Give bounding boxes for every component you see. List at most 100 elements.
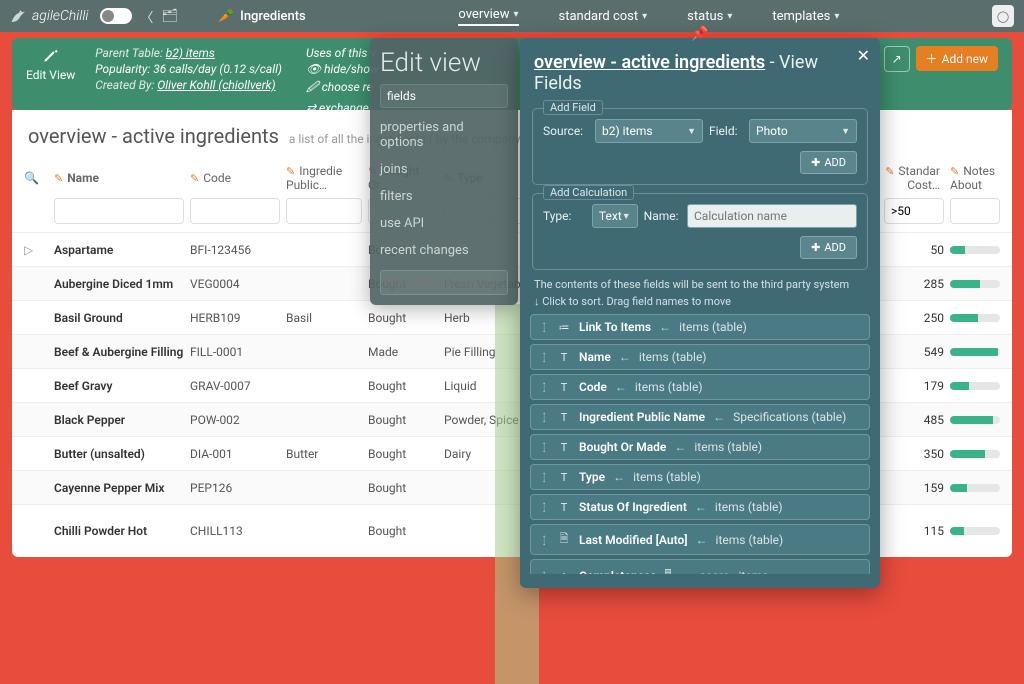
add-calculation-badge: Add Calculation xyxy=(543,185,634,200)
brand-logo[interactable]: agileChilli xyxy=(10,7,88,25)
created-by-link[interactable]: Oliver Kohll (chiollverk) xyxy=(157,78,275,92)
arrow-left-icon: ← xyxy=(659,320,671,334)
field-list-item[interactable]: ↑↓≔Link To Items←items (table) xyxy=(530,314,870,340)
filter-std-cost[interactable] xyxy=(884,198,944,224)
nav-standard-cost[interactable]: standard cost▾ xyxy=(559,7,648,26)
edit-view-tag-input[interactable] xyxy=(380,270,508,295)
arrow-left-icon: ← xyxy=(619,350,631,364)
field-name: Completeness xyxy=(579,569,656,575)
field-type-icon: T xyxy=(557,501,571,514)
sort-handle-icon[interactable]: ↑↓ xyxy=(539,322,549,332)
field-list-item[interactable]: ↑↓TName←items (table) xyxy=(530,344,870,370)
edit-view-search[interactable] xyxy=(380,84,508,108)
field-type-icon: 🗎 xyxy=(557,530,571,549)
module-ingredients[interactable]: 🥕 Ingredients xyxy=(218,9,306,24)
sort-handle-icon[interactable]: ↑↓ xyxy=(539,352,549,362)
brand-text: agileChilli xyxy=(32,8,88,24)
cell-progress xyxy=(950,280,1000,288)
cell-bom: Bought xyxy=(368,413,438,427)
panel-hint-1: The contents of these fields will be sen… xyxy=(534,278,866,291)
sort-handle-icon[interactable]: ↑↓ xyxy=(539,472,549,482)
expand-icon[interactable]: ▷ xyxy=(24,243,48,257)
field-source: items (table) xyxy=(633,470,701,484)
field-name: Bought Or Made xyxy=(579,440,666,454)
view-fields-panel: 📌 ✕ overview - active ingredients - View… xyxy=(520,38,880,588)
edit-view-opt-properties[interactable]: properties and options xyxy=(380,114,508,156)
chevron-down-icon: ▾ xyxy=(513,9,518,20)
nav-status[interactable]: status▾ xyxy=(687,7,732,26)
filter-notes[interactable] xyxy=(950,198,1000,224)
edit-view-opt-recent[interactable]: recent changes xyxy=(380,237,508,264)
source-select[interactable]: b2) items▼ xyxy=(595,119,703,143)
field-source: Specifications (table) xyxy=(733,410,846,424)
sort-handle-icon[interactable]: ↑↓ xyxy=(539,535,549,545)
field-list-item[interactable]: ↑↓TCode←items (table) xyxy=(530,374,870,400)
add-new-button[interactable]: ＋Add new xyxy=(916,46,998,71)
cell-std-cost: 549 xyxy=(884,345,944,359)
cell-code: BFI-123456 xyxy=(190,243,280,257)
field-list-item[interactable]: ↑↓TIngredient Public Name←Specifications… xyxy=(530,404,870,430)
cell-std-cost: 250 xyxy=(884,311,944,325)
sort-handle-icon[interactable]: ↑↓ xyxy=(539,412,549,422)
field-type-icon: T xyxy=(557,351,571,364)
edit-view-opt-api[interactable]: use API xyxy=(380,210,508,237)
add-field-button[interactable]: ✚ADD xyxy=(800,151,857,174)
cell-code: PEP126 xyxy=(190,481,280,495)
pin-icon[interactable]: 📌 xyxy=(691,26,708,42)
field-list-item[interactable]: ↑↓TType←items (table) xyxy=(530,464,870,490)
cell-name: Cayenne Pepper Mix xyxy=(54,481,184,495)
nav-templates[interactable]: templates▾ xyxy=(772,7,839,26)
filter-name[interactable] xyxy=(54,198,184,224)
add-calculation-section: Add Calculation Type: Text▼ Name: ✚ADD xyxy=(532,193,868,270)
header-meta-right: Uses of this v 👁 hide/show 🖉 choose re ⇄… xyxy=(306,46,379,102)
field-list-item[interactable]: ↑↓🗎Last Modified [Auto]←items (table) xyxy=(530,524,870,555)
history-back-icon[interactable]: 〈 xyxy=(140,7,153,26)
top-bar: agileChilli 〈 🗂 🥕 Ingredients overview▾ … xyxy=(0,0,1024,32)
dark-mode-toggle[interactable] xyxy=(100,8,132,24)
field-list-item[interactable]: ↑↓TBought Or Made←items (table) xyxy=(530,434,870,460)
briefcase-icon[interactable]: 🗂 xyxy=(161,9,178,24)
sort-handle-icon[interactable]: ↑↓ xyxy=(539,502,549,512)
field-list-item[interactable]: ↑↓↕Completeness🖩←score - items xyxy=(530,559,870,574)
field-list-item[interactable]: ↑↓TStatus Of Ingredient←items (table) xyxy=(530,494,870,520)
arrow-left-icon: ← xyxy=(674,440,686,454)
calc-name-input[interactable] xyxy=(687,204,857,228)
cell-progress xyxy=(950,416,1000,424)
calc-type-select[interactable]: Text▼ xyxy=(592,204,638,228)
sort-handle-icon[interactable]: ↑↓ xyxy=(539,442,549,452)
panel-hint-2: ↓ Click to sort. Drag field names to mov… xyxy=(534,295,866,308)
nav-overview[interactable]: overview▾ xyxy=(458,7,518,26)
field-source: items (table) xyxy=(716,533,784,547)
cell-name: Aubergine Diced 1mm xyxy=(54,277,184,291)
pencil-icon: ✎ xyxy=(286,165,295,178)
pencil-icon: ✎ xyxy=(54,172,63,185)
edit-view-opt-joins[interactable]: joins xyxy=(380,156,508,183)
parent-table-link[interactable]: b2) items xyxy=(166,46,215,60)
close-icon[interactable]: ✕ xyxy=(857,46,870,65)
edit-view-opt-filters[interactable]: filters xyxy=(380,183,508,210)
chevron-down-icon: ▾ xyxy=(642,11,647,22)
edit-view-button[interactable]: Edit View xyxy=(26,46,75,102)
filter-code[interactable] xyxy=(190,198,280,224)
cell-code: POW-002 xyxy=(190,413,280,427)
cell-code: FILL-0001 xyxy=(190,345,280,359)
cell-progress xyxy=(950,348,1000,356)
sort-handle-icon[interactable]: ↑↓ xyxy=(539,571,549,575)
arrow-left-icon: ← xyxy=(680,569,692,575)
pencil-icon: ✎ xyxy=(190,172,199,185)
calc-icon: 🖩 xyxy=(664,565,671,574)
filter-ipn[interactable] xyxy=(286,198,362,224)
add-field-badge: Add Field xyxy=(543,100,603,115)
add-calculation-button[interactable]: ✚ADD xyxy=(800,236,857,259)
user-avatar[interactable]: ◯ xyxy=(992,5,1014,27)
cell-name: Basil Ground xyxy=(54,311,184,325)
field-select[interactable]: Photo▼ xyxy=(749,119,857,143)
cell-std-cost: 159 xyxy=(884,481,944,495)
sort-handle-icon[interactable]: ↑↓ xyxy=(539,382,549,392)
pencil-icon: ✎ xyxy=(885,165,894,178)
search-icon[interactable]: 🔍 xyxy=(24,171,48,185)
field-source: items (table) xyxy=(635,380,703,394)
panel-title-link[interactable]: overview - active ingredients xyxy=(534,52,765,73)
export-icon[interactable]: ↗ xyxy=(884,46,910,72)
header-meta-left: Parent Table: b2) items Popularity: 36 c… xyxy=(95,46,282,102)
